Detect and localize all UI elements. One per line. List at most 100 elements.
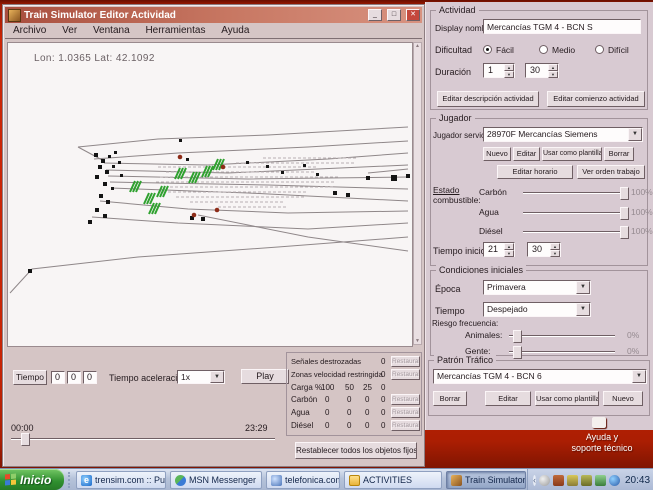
fuel-cell: 0 xyxy=(381,395,385,404)
app-icon xyxy=(8,9,21,22)
spin-down-icon[interactable]: ▼ xyxy=(504,250,514,257)
spin-up-icon[interactable]: ▲ xyxy=(504,243,514,250)
time-field-minutes[interactable]: 0 xyxy=(67,371,81,384)
help-shortcut-label2[interactable]: soporte técnico xyxy=(550,443,653,453)
edit-description-button[interactable]: Editar descripción actividad xyxy=(437,91,539,107)
coal-slider[interactable] xyxy=(523,192,627,194)
start-minute-spinner[interactable]: 30 ▲▼ xyxy=(527,242,561,257)
tray-app-icon-1[interactable] xyxy=(539,475,550,486)
quicklaunch-handle[interactable] xyxy=(68,472,73,488)
menu-ventana[interactable]: Ventana xyxy=(93,25,130,36)
riesgo-label: Riesgo frecuencia: xyxy=(432,319,498,328)
service-new-button[interactable]: Nuevo xyxy=(483,147,511,161)
water-slider[interactable] xyxy=(523,212,627,214)
duracion-hours-spinner[interactable]: 1 ▲▼ xyxy=(483,63,515,78)
radio-facil-label: Fácil xyxy=(496,45,514,55)
view-workorder-button[interactable]: Ver orden trabajo xyxy=(577,165,645,179)
animals-slider[interactable] xyxy=(509,335,615,337)
radio-facil[interactable] xyxy=(483,45,492,54)
maximize-button[interactable]: □ xyxy=(387,9,401,21)
tray-globe-icon[interactable] xyxy=(609,475,620,486)
scroll-up-icon[interactable]: ▲ xyxy=(415,43,420,49)
taskbar-button-trainsim[interactable]: Train Simulator Ed... xyxy=(446,471,526,489)
reset-all-button[interactable]: Restablecer todos los objetos fijos xyxy=(295,442,417,459)
radio-medio[interactable] xyxy=(539,45,548,54)
timeline-thumb[interactable] xyxy=(21,433,30,446)
menu-ver[interactable]: Ver xyxy=(62,25,77,36)
spin-down-icon[interactable]: ▼ xyxy=(550,250,560,257)
help-shortcut-icon[interactable] xyxy=(592,417,606,428)
epoca-value: Primavera xyxy=(487,282,576,292)
people-slider-thumb[interactable] xyxy=(513,346,522,359)
chevron-down-icon[interactable]: ▼ xyxy=(210,371,224,383)
jugador-group-title: Jugador xyxy=(436,113,475,123)
patron-edit-button[interactable]: Editar xyxy=(485,391,531,406)
chevron-down-icon[interactable]: ▼ xyxy=(576,281,590,294)
chevron-down-icon[interactable]: ▼ xyxy=(576,303,590,316)
tiempo-button[interactable]: Tiempo xyxy=(13,370,47,385)
restore-diesel-button[interactable]: Restaurar xyxy=(391,420,420,431)
route-map[interactable]: Lon: 1.0365 Lat: 42.1092 xyxy=(7,42,413,347)
spin-up-icon[interactable]: ▲ xyxy=(504,64,514,71)
water-slider-thumb[interactable] xyxy=(620,207,629,220)
tray-messenger-icon[interactable] xyxy=(567,475,578,486)
spin-up-icon[interactable]: ▲ xyxy=(548,64,558,71)
service-delete-button[interactable]: Borrar xyxy=(604,147,634,161)
tray-network-home-icon[interactable] xyxy=(595,475,606,486)
scroll-down-icon[interactable]: ▼ xyxy=(415,338,420,344)
time-field-seconds[interactable]: 0 xyxy=(83,371,97,384)
taskbar-button-telefonica[interactable]: telefonica.com xyxy=(266,471,340,489)
time-field-hours[interactable]: 0 xyxy=(51,371,65,384)
timeline-slider[interactable] xyxy=(11,438,275,440)
taskbar-button-trensim[interactable]: e trensim.com :: Pu... xyxy=(76,471,166,489)
chevron-down-icon[interactable]: ▼ xyxy=(632,370,646,383)
tray-chevron-icon[interactable]: ‹ xyxy=(533,475,536,486)
patron-delete-button[interactable]: Borrar xyxy=(433,391,467,406)
edit-schedule-button[interactable]: Editar horario xyxy=(497,165,573,179)
taskbar-button-activities[interactable]: ACTIVITIES xyxy=(344,471,442,489)
service-edit-button[interactable]: Editar xyxy=(513,147,540,161)
animals-slider-thumb[interactable] xyxy=(513,330,522,343)
minimize-button[interactable]: _ xyxy=(368,9,382,21)
fuel-cell: 0 xyxy=(365,421,369,430)
coal-slider-thumb[interactable] xyxy=(620,187,629,200)
menu-ayuda[interactable]: Ayuda xyxy=(221,25,249,36)
tray-app-icon-2[interactable] xyxy=(553,475,564,486)
titlebar[interactable]: Train Simulator Editor Actividad _ □ ✕ xyxy=(5,7,422,23)
diesel-slider-thumb[interactable] xyxy=(620,226,629,239)
chevron-down-icon[interactable]: ▼ xyxy=(628,128,642,141)
tiempo-dropdown[interactable]: Despejado ▼ xyxy=(483,302,591,317)
start-button[interactable]: Inicio xyxy=(0,469,64,490)
start-hour-spinner[interactable]: 21 ▲▼ xyxy=(483,242,515,257)
menu-herramientas[interactable]: Herramientas xyxy=(145,25,205,36)
spin-down-icon[interactable]: ▼ xyxy=(504,71,514,78)
patron-new-button[interactable]: Nuevo xyxy=(603,391,643,406)
people-slider[interactable] xyxy=(509,351,615,353)
service-template-button[interactable]: Usar como plantilla xyxy=(542,147,602,161)
timeline-start: 00:00 xyxy=(11,423,34,433)
accel-dropdown[interactable]: 1x ▼ xyxy=(177,370,225,384)
diesel-slider[interactable] xyxy=(523,231,627,233)
spin-down-icon[interactable]: ▼ xyxy=(548,71,558,78)
patron-dropdown[interactable]: Mercancías TGM 4 - BCN 6 ▼ xyxy=(433,369,647,384)
duracion-minutes-spinner[interactable]: 30 ▲▼ xyxy=(525,63,559,78)
help-shortcut-label[interactable]: Ayuda y xyxy=(550,432,653,442)
map-vertical-scrollbar[interactable]: ▲ ▼ xyxy=(413,42,422,345)
restore-water-button[interactable]: Restaurar xyxy=(391,407,420,418)
patron-template-button[interactable]: Usar como plantilla xyxy=(535,391,599,406)
restore-speedzones-button[interactable]: Restaurar xyxy=(391,369,420,380)
tray-messenger-icon-2[interactable] xyxy=(581,475,592,486)
edit-start-button[interactable]: Editar comienzo actividad xyxy=(547,91,645,107)
display-name-field[interactable]: Mercancías TGM 4 - BCN S xyxy=(483,19,641,34)
close-button[interactable]: ✕ xyxy=(406,9,420,21)
menu-archivo[interactable]: Archivo xyxy=(13,25,46,36)
spin-up-icon[interactable]: ▲ xyxy=(550,243,560,250)
servicio-dropdown[interactable]: 28970F Mercancías Siemens ▼ xyxy=(483,127,643,142)
tiempo-label: Tiempo xyxy=(435,306,465,316)
radio-dificil[interactable] xyxy=(595,45,604,54)
epoca-dropdown[interactable]: Primavera ▼ xyxy=(483,280,591,295)
play-button[interactable]: Play xyxy=(241,369,289,384)
restore-coal-button[interactable]: Restaurar xyxy=(391,394,420,405)
taskbar-button-msn[interactable]: MSN Messenger xyxy=(170,471,262,489)
restore-signals-button[interactable]: Restaurar xyxy=(391,356,420,367)
